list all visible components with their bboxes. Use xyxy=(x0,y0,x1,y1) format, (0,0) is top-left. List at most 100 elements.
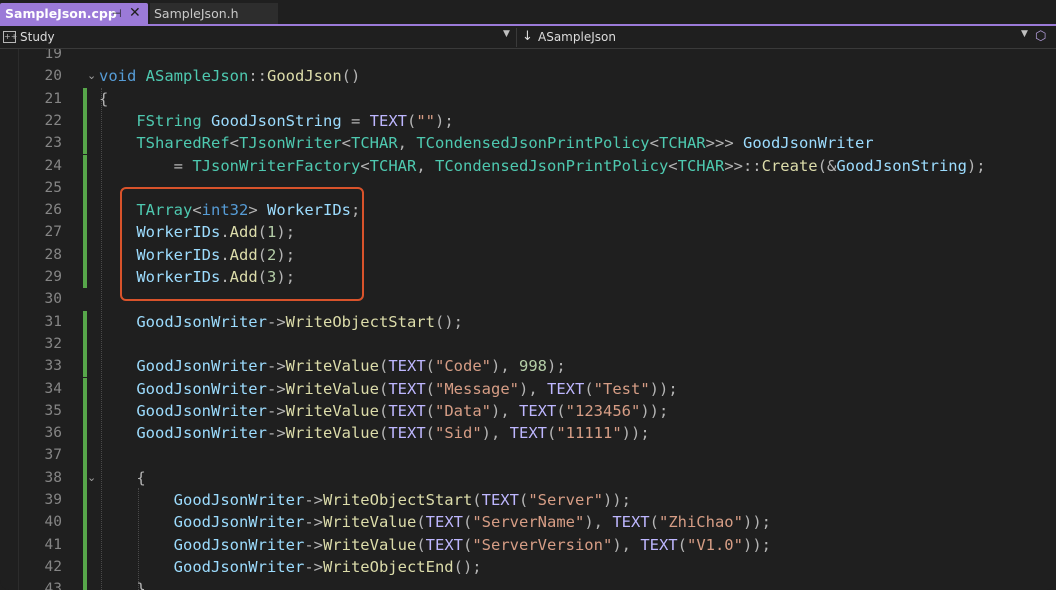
code-token: GoodJsonWriter xyxy=(136,312,267,331)
code-line[interactable]: 32 xyxy=(0,332,1056,356)
code-token: Create xyxy=(761,156,818,175)
code-token: 998 xyxy=(519,357,547,376)
code-text: GoodJsonWriter->WriteValue(TEXT("ServerN… xyxy=(99,511,771,533)
member-dropdown[interactable]: ↓ ASampleJson ▼ xyxy=(516,28,1033,47)
code-token: ( xyxy=(649,513,659,532)
code-token: )); xyxy=(742,535,771,554)
code-line[interactable]: 20 ⌄ void ASampleJson::GoodJson() xyxy=(0,65,1056,87)
code-token: ( xyxy=(378,424,389,443)
code-line[interactable]: 23 TSharedRef<TJsonWriter<TCHAR, TConden… xyxy=(0,132,1056,155)
change-indicator xyxy=(83,221,87,244)
code-token: WriteValue xyxy=(322,535,417,554)
code-line[interactable]: 19 xyxy=(0,49,1056,65)
code-text: GoodJsonWriter->WriteObjectStart(TEXT("S… xyxy=(99,489,631,511)
tab-samplejson-h[interactable]: SampleJson.h xyxy=(150,3,278,24)
change-indicator xyxy=(83,109,87,133)
fold-chevron-icon[interactable]: ⌄ xyxy=(87,467,96,489)
code-token: TCHAR xyxy=(369,156,417,175)
code-line[interactable]: 39 GoodJsonWriter->WriteObjectStart(TEXT… xyxy=(0,489,1056,512)
code-token: ( xyxy=(425,424,435,443)
line-number: 21 xyxy=(44,90,62,107)
code-line[interactable]: 41 GoodJsonWriter->WriteValue(TEXT("Serv… xyxy=(0,533,1056,556)
code-token: GoodJsonString xyxy=(211,111,342,130)
code-token: GoodJsonWriter xyxy=(173,491,305,509)
code-line[interactable]: 43 } xyxy=(0,578,1056,590)
code-line[interactable]: 34 GoodJsonWriter->WriteValue(TEXT("Mess… xyxy=(0,377,1056,400)
code-token: GoodJsonWriter xyxy=(136,424,267,443)
code-token: GoodJsonWriter xyxy=(173,557,305,576)
code-token: TEXT xyxy=(369,111,407,130)
line-number: 37 xyxy=(44,447,62,464)
project-icon: ++ xyxy=(3,31,18,43)
class-icon: ↓ xyxy=(522,29,533,44)
code-token: ( xyxy=(518,491,529,509)
code-line[interactable]: 24 = TJsonWriterFactory<TCHAR, TCondense… xyxy=(0,154,1056,177)
code-line[interactable]: 37 xyxy=(0,444,1056,467)
code-token: < xyxy=(649,134,659,153)
code-token: (); xyxy=(434,312,463,331)
code-editor[interactable]: 19 20 ⌄ void ASampleJson::GoodJson()21 {22 F… xyxy=(0,49,1056,590)
close-icon[interactable]: ✕ xyxy=(129,3,141,24)
code-token: -> xyxy=(266,401,286,420)
code-line[interactable]: 35 GoodJsonWriter->WriteValue(TEXT("Data… xyxy=(0,399,1056,423)
code-text: void ASampleJson::GoodJson() xyxy=(99,65,360,87)
code-text: TSharedRef<TJsonWriter<TCHAR, TCondensed… xyxy=(99,132,873,154)
code-token: void xyxy=(99,67,137,86)
code-token: "Data" xyxy=(435,401,491,420)
code-token: ), xyxy=(491,401,519,420)
pin-icon[interactable]: ⊣ xyxy=(112,3,122,24)
chevron-down-icon: ▼ xyxy=(1021,29,1028,39)
code-line[interactable]: 38 ⌄ { xyxy=(0,466,1056,489)
code-text: } xyxy=(99,578,145,590)
code-token: TEXT xyxy=(388,424,426,443)
code-token: )); xyxy=(742,513,771,532)
code-line[interactable]: 31 GoodJsonWriter->WriteObjectStart(); xyxy=(0,310,1056,333)
code-line[interactable]: 40 GoodJsonWriter->WriteValue(TEXT("Serv… xyxy=(0,511,1056,534)
code-token: ( xyxy=(547,424,557,443)
chevron-down-icon: ▼ xyxy=(503,29,510,39)
code-token: "11111" xyxy=(556,424,622,443)
code-line[interactable]: 21 { xyxy=(0,87,1056,110)
code-token: GoodJsonWriter xyxy=(173,535,305,554)
code-text: { xyxy=(99,88,108,110)
code-token: -> xyxy=(304,491,323,509)
code-token: GoodJsonWriter xyxy=(136,401,267,420)
change-indicator xyxy=(83,310,87,333)
code-token: TEXT xyxy=(388,379,426,398)
code-line[interactable]: 42 GoodJsonWriter->WriteObjectEnd(); xyxy=(0,555,1056,579)
code-token: ); xyxy=(547,357,566,376)
fold-chevron-icon[interactable]: ⌄ xyxy=(87,65,96,87)
scope-dropdown[interactable]: ++ Study ▼ xyxy=(0,28,513,47)
code-text: FString GoodJsonString = TEXT(""); xyxy=(99,110,453,132)
code-token: < xyxy=(668,156,678,175)
line-number: 29 xyxy=(44,269,62,285)
code-token: TEXT xyxy=(425,535,463,554)
change-indicator xyxy=(83,555,87,579)
code-text: GoodJsonWriter->WriteObjectStart(); xyxy=(99,311,463,333)
tab-label: SampleJson.h xyxy=(154,6,239,21)
code-token: )); xyxy=(649,379,678,398)
change-indicator xyxy=(83,422,87,445)
code-line[interactable]: 36 GoodJsonWriter->WriteValue(TEXT("Sid"… xyxy=(0,422,1056,445)
change-indicator xyxy=(83,243,87,266)
code-token: < xyxy=(360,156,370,175)
code-line[interactable]: 33 GoodJsonWriter->WriteValue(TEXT("Code… xyxy=(0,355,1056,378)
cube-icon[interactable]: ⬡ xyxy=(1035,29,1046,44)
tab-samplejson-cpp[interactable]: SampleJson.cpp ⊣ ✕ xyxy=(0,3,148,24)
change-indicator xyxy=(83,332,87,356)
code-token: TEXT xyxy=(519,401,557,420)
code-token: ( xyxy=(378,401,389,420)
code-token: "ServerName" xyxy=(472,513,585,532)
code-line[interactable]: 22 FString GoodJsonString = TEXT(""); xyxy=(0,109,1056,133)
code-token: () xyxy=(341,67,361,86)
change-indicator xyxy=(83,199,87,222)
code-token: (); xyxy=(453,557,482,576)
code-token: -> xyxy=(266,312,286,331)
